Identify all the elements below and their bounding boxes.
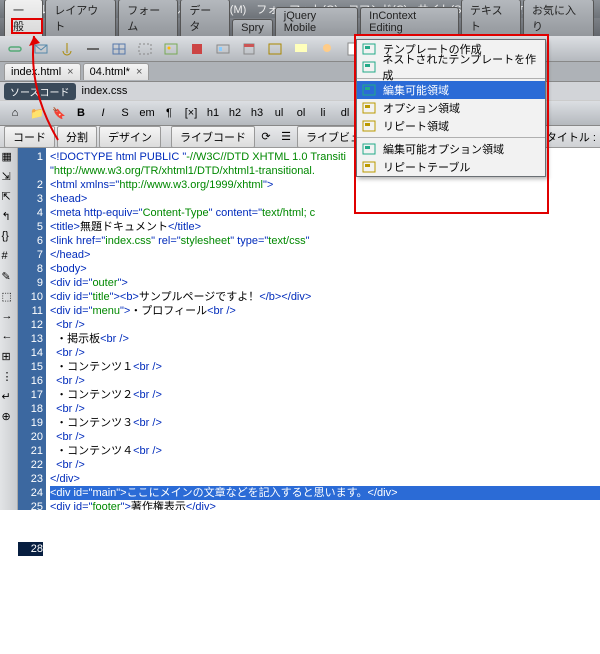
balance-icon[interactable]: {}: [2, 230, 16, 244]
insert-tab[interactable]: お気に入り: [523, 0, 594, 36]
optional-region-icon: [361, 101, 377, 115]
wrap-icon[interactable]: ↵: [2, 390, 16, 404]
insert-tab[interactable]: InContext Editing: [360, 7, 459, 36]
insert-tab[interactable]: 一般: [4, 0, 43, 36]
outdent-icon[interactable]: ←: [2, 330, 16, 344]
home-icon[interactable]: ⌂: [6, 104, 24, 122]
editable-optional-icon: [361, 142, 377, 156]
syntax-icon[interactable]: ⬚: [2, 290, 16, 304]
h1-icon[interactable]: h1: [204, 104, 222, 122]
select-parent-icon[interactable]: ↰: [2, 210, 16, 224]
menu-item[interactable]: ネストされたテンプレートを作成: [357, 58, 545, 76]
document-tab[interactable]: 04.html*×: [83, 63, 150, 80]
folder-icon[interactable]: 📁: [28, 104, 46, 122]
document-tab[interactable]: index.html×: [4, 63, 81, 80]
bq-icon[interactable]: [×]: [182, 104, 200, 122]
hyperlink-icon[interactable]: [6, 40, 24, 58]
em-icon[interactable]: em: [138, 104, 156, 122]
source-file[interactable]: index.css: [82, 85, 128, 97]
repeat-table-icon: [361, 160, 377, 174]
template-icon: [361, 42, 377, 56]
repeat-region-icon: [361, 119, 377, 133]
menu-item-label: 編集可能オプション領域: [383, 141, 504, 157]
code-view-button[interactable]: コード: [4, 126, 55, 148]
refresh-icon[interactable]: ⟳: [257, 128, 275, 146]
recent-icon[interactable]: ⋮: [2, 370, 16, 384]
menu-item[interactable]: オプション領域: [357, 99, 545, 117]
design-view-button[interactable]: デザイン: [99, 126, 161, 148]
insert-tab[interactable]: jQuery Mobile: [275, 7, 358, 36]
menu-item-label: リピートテーブル: [383, 159, 470, 175]
code-toolbar-vertical: ▦ ⇲ ⇱ ↰ {} # ✎ ⬚ → ← ⊞ ⋮ ↵ ⊕: [0, 148, 18, 510]
menu-item[interactable]: リピート領域: [357, 117, 545, 135]
split-view-button[interactable]: 分割: [57, 126, 97, 148]
media-icon[interactable]: [188, 40, 206, 58]
highlight-icon[interactable]: ✎: [2, 270, 16, 284]
code-area[interactable]: <!DOCTYPE html PUBLIC "-//W3C//DTD XHTML…: [46, 148, 600, 510]
menu-item[interactable]: リピートテーブル: [357, 158, 545, 176]
insert-tab[interactable]: Spry: [232, 19, 273, 36]
bold-icon[interactable]: B: [72, 104, 90, 122]
ol-icon[interactable]: ol: [292, 104, 310, 122]
nested-template-icon: [361, 60, 376, 74]
ul-icon[interactable]: ul: [270, 104, 288, 122]
editable-region-icon: [361, 83, 377, 97]
menu-item-label: 編集可能領域: [383, 82, 449, 98]
strong-icon[interactable]: S: [116, 104, 134, 122]
insert-tab[interactable]: データ: [180, 0, 230, 36]
widget-icon[interactable]: [214, 40, 232, 58]
dl-icon[interactable]: dl: [336, 104, 354, 122]
expand-icon[interactable]: ⇱: [2, 190, 16, 204]
email-link-icon[interactable]: [32, 40, 50, 58]
close-icon[interactable]: ×: [67, 66, 73, 78]
head-icon[interactable]: [318, 40, 336, 58]
italic-icon[interactable]: I: [94, 104, 112, 122]
insert-tab[interactable]: テキスト: [461, 0, 521, 36]
open-docs-icon[interactable]: ▦: [2, 150, 16, 164]
tag-icon[interactable]: 🔖: [50, 104, 68, 122]
anchor-icon[interactable]: [58, 40, 76, 58]
code-editor: ▦ ⇲ ⇱ ↰ {} # ✎ ⬚ → ← ⊞ ⋮ ↵ ⊕ 12345678910…: [0, 148, 600, 510]
templates-menu: テンプレートの作成ネストされたテンプレートを作成編集可能領域オプション領域リピー…: [356, 39, 546, 177]
p-icon[interactable]: ¶: [160, 104, 178, 122]
menu-item-label: ネストされたテンプレートを作成: [382, 51, 541, 83]
menu-item[interactable]: 編集可能領域: [357, 81, 545, 99]
li-icon[interactable]: li: [314, 104, 332, 122]
close-icon[interactable]: ×: [136, 66, 142, 78]
comment-icon[interactable]: [292, 40, 310, 58]
insert-tab[interactable]: レイアウト: [45, 0, 116, 36]
line-num-icon[interactable]: #: [2, 250, 16, 264]
menu-item-label: リピート領域: [383, 118, 449, 134]
title-label: タイトル :: [546, 129, 596, 145]
date-icon[interactable]: [240, 40, 258, 58]
table-icon[interactable]: [110, 40, 128, 58]
source-label: ソースコード: [4, 83, 76, 100]
collapse-icon[interactable]: ⇲: [2, 170, 16, 184]
h3-icon[interactable]: h3: [248, 104, 266, 122]
menu-item-label: オプション領域: [383, 100, 460, 116]
format-icon[interactable]: ⊞: [2, 350, 16, 364]
image-icon[interactable]: [162, 40, 180, 58]
menu-item[interactable]: 編集可能オプション領域: [357, 140, 545, 158]
hr-icon[interactable]: [84, 40, 102, 58]
ssi-icon[interactable]: [266, 40, 284, 58]
insert-panel-tabs: 一般レイアウトフォームデータSpryjQuery MobileInContext…: [0, 18, 600, 36]
insert-tab[interactable]: フォーム: [118, 0, 178, 36]
options-icon[interactable]: ☰: [277, 128, 295, 146]
h2-icon[interactable]: h2: [226, 104, 244, 122]
indent-icon[interactable]: →: [2, 310, 16, 324]
div-icon[interactable]: [136, 40, 154, 58]
livecode-button[interactable]: ライブコード: [171, 126, 255, 148]
move-icon[interactable]: ⊕: [2, 410, 16, 424]
line-gutter: 1234567891011121314151617181920212223242…: [18, 148, 46, 510]
